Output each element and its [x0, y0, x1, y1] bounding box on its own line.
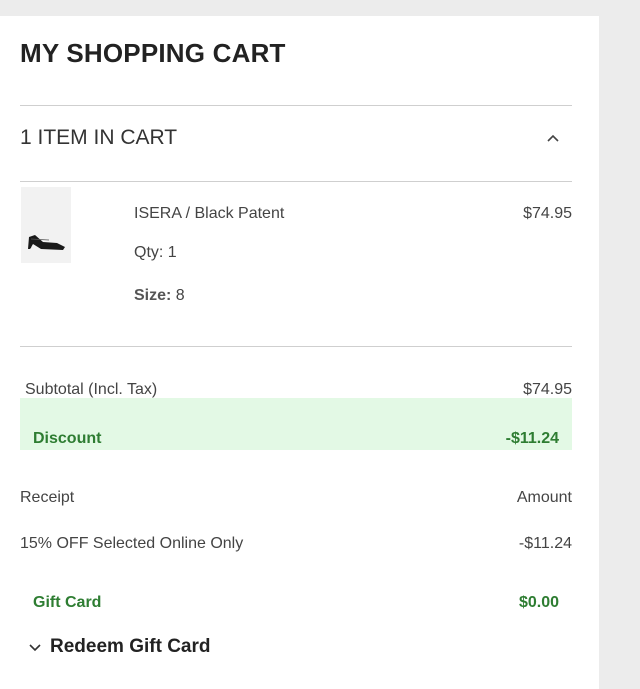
size-label: Size: — [134, 287, 172, 304]
subtotal-label: Subtotal (Incl. Tax) — [25, 381, 158, 398]
items-section-toggle[interactable]: 1 ITEM IN CART — [20, 126, 572, 166]
cart-panel — [0, 16, 599, 689]
giftcard-label: Gift Card — [33, 594, 102, 611]
product-thumbnail[interactable] — [21, 187, 71, 263]
divider — [20, 346, 572, 347]
chevron-down-icon — [29, 644, 41, 652]
page-title: MY SHOPPING CART — [20, 38, 286, 68]
amount-header: Amount — [516, 489, 572, 506]
receipt-header: Receipt — [20, 489, 75, 506]
product-price: $74.95 — [523, 205, 572, 222]
divider — [20, 105, 572, 106]
redeem-gift-card-toggle[interactable]: Redeem Gift Card — [28, 636, 210, 658]
promo-label: 15% OFF Selected Online Only — [20, 535, 244, 552]
discount-value: -$11.24 — [505, 430, 559, 447]
product-size: Size: 8 — [134, 287, 185, 305]
redeem-gift-card-label: Redeem Gift Card — [50, 636, 211, 657]
subtotal-value: $74.95 — [523, 381, 572, 398]
divider — [20, 181, 572, 182]
discount-label: Discount — [33, 430, 102, 447]
product-name[interactable]: ISERA / Black Patent — [134, 205, 284, 223]
giftcard-value: $0.00 — [518, 594, 559, 611]
discount-row — [20, 398, 572, 450]
shoe-icon — [28, 235, 65, 250]
chevron-up-icon[interactable] — [546, 132, 560, 146]
items-count-label: 1 ITEM IN CART — [20, 126, 178, 149]
promo-value: -$11.24 — [518, 535, 572, 552]
size-value: 8 — [175, 287, 185, 304]
product-qty: Qty: 1 — [134, 244, 177, 261]
